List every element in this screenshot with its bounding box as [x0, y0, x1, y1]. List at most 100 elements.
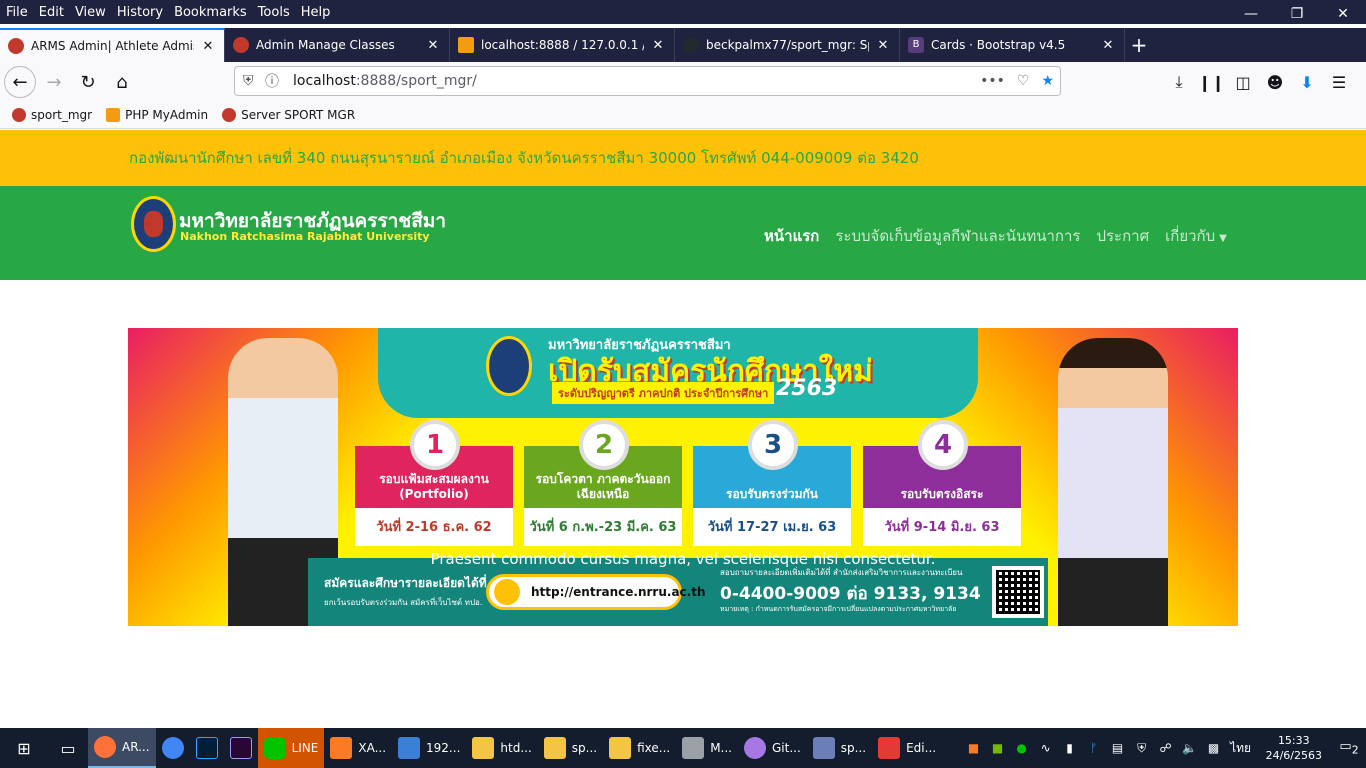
close-window-icon[interactable]: ✕ — [1320, 0, 1366, 28]
menu-file[interactable]: File — [1, 5, 33, 20]
task-view-icon[interactable]: ▭ — [48, 728, 88, 768]
network-icon[interactable]: ▤ — [1106, 741, 1130, 755]
taskbar-drive[interactable]: M... — [676, 728, 738, 768]
notifications-icon[interactable]: ▭2 — [1332, 739, 1366, 757]
taskbar-chrome[interactable] — [156, 728, 190, 768]
info-icon[interactable]: ⓘ — [265, 71, 287, 91]
forward-icon[interactable]: → — [38, 66, 70, 98]
round-date: วันที่ 9-14 มิ.ย. 63 — [884, 519, 1000, 535]
power-icon[interactable]: ☍ — [1154, 741, 1178, 755]
taskbar-editor[interactable]: Edi... — [872, 728, 942, 768]
university-seal-logo[interactable] — [131, 196, 176, 252]
line-tray-icon[interactable]: ● — [1010, 741, 1034, 755]
back-icon[interactable]: ← — [4, 66, 36, 98]
wifi-icon[interactable]: ∿ — [1034, 741, 1058, 755]
url-bar[interactable]: ⛨ ⓘ localhost:8888/sport_mgr/ ••• ♡ ★ — [234, 66, 1061, 96]
windows-start-icon[interactable]: ⊞ — [0, 728, 48, 768]
menu-bookmarks[interactable]: Bookmarks — [169, 5, 252, 20]
bookmark-phpmyadmin[interactable]: PHP MyAdmin — [106, 108, 208, 122]
round-number: 4 — [918, 420, 968, 470]
menu-edit[interactable]: Edit — [34, 5, 69, 20]
shield-icon[interactable]: ⛨ — [243, 73, 265, 89]
bookmark-sport-mgr[interactable]: sport_mgr — [12, 108, 92, 122]
taskbar-label: Git... — [772, 741, 801, 755]
bluetooth-icon[interactable]: ᚠ — [1082, 741, 1106, 755]
bookmark-star-icon[interactable]: ★ — [1041, 73, 1054, 89]
tab-arms-admin[interactable]: ARMS Admin| Athlete Admissio ✕ — [0, 28, 225, 62]
taskbar-folder-sp[interactable]: sp... — [538, 728, 603, 768]
nav-sports-system[interactable]: ระบบจัดเก็บข้อมูลกีฬาและนันทนาการ — [835, 224, 1080, 248]
nav-about-label: เกี่ยวกับ — [1165, 227, 1216, 245]
reload-icon[interactable]: ↻ — [72, 66, 104, 98]
nvidia-icon[interactable]: ■ — [986, 741, 1010, 755]
menu-tools[interactable]: Tools — [253, 5, 295, 20]
round-card-1: รอบแฟ้มสะสมผลงาน (Portfolio) วันที่ 2-16… — [355, 420, 513, 546]
menu-view[interactable]: View — [70, 5, 111, 20]
tab-admin-manage-classes[interactable]: Admin Manage Classes ✕ — [225, 28, 450, 62]
tab-phpmyadmin[interactable]: localhost:8888 / 127.0.0.1 / spo ✕ — [450, 28, 675, 62]
remote-desktop-icon — [398, 737, 421, 759]
menu-history[interactable]: History — [112, 5, 168, 20]
xampp-tray-icon[interactable]: ■ — [962, 741, 986, 755]
female-student-image — [1058, 338, 1168, 626]
pocket-icon[interactable]: ♡ — [1017, 73, 1030, 89]
bookmark-server-sport-mgr[interactable]: Server SPORT MGR — [222, 108, 355, 122]
close-tab-icon[interactable]: ✕ — [875, 38, 891, 53]
taskbar-firefox[interactable]: AR... — [88, 728, 156, 768]
firefox-icon — [94, 736, 116, 758]
url-text[interactable]: localhost:8888/sport_mgr/ — [293, 73, 477, 89]
banner-seal-logo — [486, 336, 532, 396]
menu-bar: File Edit View History Bookmarks Tools H… — [0, 0, 1366, 24]
clock[interactable]: 15:33 24/6/2563 — [1266, 733, 1322, 763]
close-tab-icon[interactable]: ✕ — [650, 38, 666, 53]
window-controls: — ❐ ✕ — [1228, 0, 1366, 28]
library-icon[interactable]: ❙❙ — [1198, 73, 1225, 92]
extension-download-icon[interactable]: ⬇ — [1294, 73, 1320, 92]
battery-icon[interactable]: ▮ — [1058, 741, 1082, 755]
nav-announcements[interactable]: ประกาศ — [1096, 224, 1149, 248]
taskbar-github-desktop[interactable]: Git... — [738, 728, 807, 768]
downloads-icon[interactable]: ⤓ — [1166, 72, 1192, 92]
bootstrap-icon: B — [908, 37, 924, 53]
taskbar-folder-fixe[interactable]: fixe... — [603, 728, 676, 768]
display-icon[interactable]: ▩ — [1202, 741, 1226, 755]
page-actions-icon[interactable]: ••• — [980, 73, 1005, 89]
menu-help[interactable]: Help — [296, 5, 336, 20]
hamburger-menu-icon[interactable]: ☰ — [1326, 73, 1352, 92]
language-indicator[interactable]: ไทย — [1226, 739, 1256, 758]
taskbar-photoshop[interactable] — [190, 728, 224, 768]
brand-english[interactable]: Nakhon Ratchasima Rajabhat University — [180, 230, 430, 243]
close-tab-icon[interactable]: ✕ — [425, 38, 441, 53]
tab-title: Admin Manage Classes — [256, 38, 395, 52]
folder-icon — [543, 737, 566, 759]
address-strip: กองพัฒนานักศึกษา เลขที่ 340 ถนนสุรนารายณ… — [0, 130, 1366, 186]
account-icon[interactable]: ☻ — [1262, 73, 1288, 92]
admission-banner-carousel[interactable]: มหาวิทยาลัยราชภัฏนครราชสีมา เปิดรับสมัคร… — [128, 328, 1238, 626]
new-tab-icon[interactable]: + — [1125, 28, 1153, 62]
taskbar-php[interactable]: sp... — [807, 728, 872, 768]
bookmark-label: sport_mgr — [31, 108, 93, 122]
notification-count: 2 — [1351, 743, 1359, 757]
tab-github[interactable]: beckpalmx77/sport_mgr: Sport ✕ — [675, 28, 900, 62]
minimize-icon[interactable]: — — [1228, 0, 1274, 28]
home-icon[interactable]: ⌂ — [106, 66, 138, 98]
volume-icon[interactable]: 🔈 — [1178, 741, 1202, 755]
tab-bootstrap-cards[interactable]: B Cards · Bootstrap v4.5 ✕ — [900, 28, 1125, 62]
taskbar-premiere[interactable] — [224, 728, 258, 768]
taskbar-folder-htdocs[interactable]: htd... — [466, 728, 537, 768]
restore-icon[interactable]: ❐ — [1274, 0, 1320, 28]
close-tab-icon[interactable]: ✕ — [200, 39, 216, 54]
taskbar-remote[interactable]: 192... — [392, 728, 466, 768]
taskbar-line[interactable]: LINE — [257, 728, 325, 768]
nav-home[interactable]: หน้าแรก — [764, 224, 819, 248]
round-number: 1 — [410, 420, 460, 470]
taskbar-label: 192... — [426, 741, 461, 755]
banner-phone: 0-4400-9009 ต่อ 9133, 9134 — [720, 584, 981, 604]
sidebar-icon[interactable]: ◫ — [1230, 73, 1256, 92]
bookmark-favicon-icon — [222, 108, 237, 122]
security-icon[interactable]: ⛨ — [1130, 741, 1154, 756]
nav-about-dropdown[interactable]: เกี่ยวกับ ▼ — [1165, 224, 1227, 248]
close-tab-icon[interactable]: ✕ — [1100, 38, 1116, 53]
taskbar-xampp[interactable]: XA... — [324, 728, 392, 768]
qr-code-image — [992, 566, 1044, 618]
